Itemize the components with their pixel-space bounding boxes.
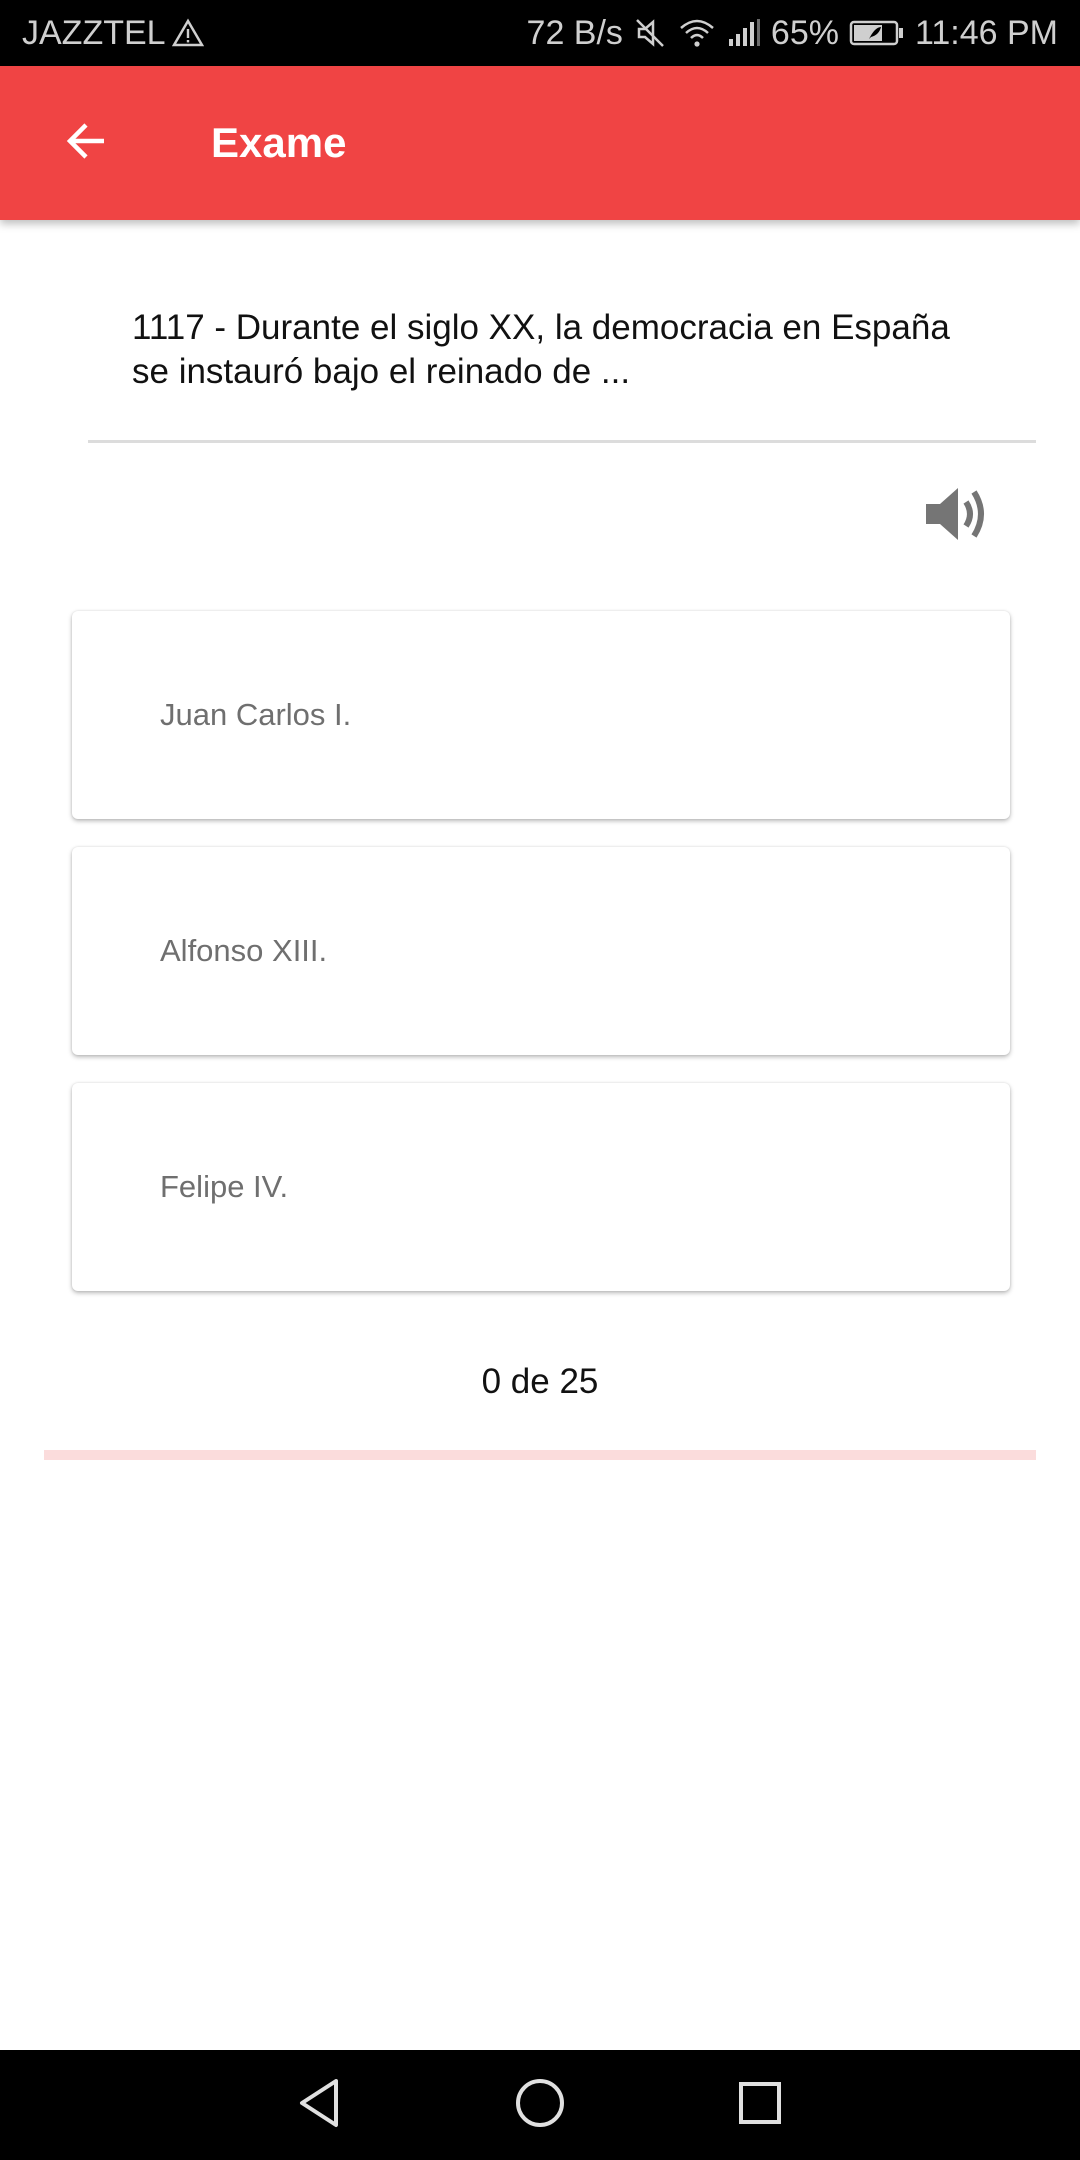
clock-label: 11:46 PM [914, 13, 1058, 52]
app-bar: Exame [0, 66, 1080, 220]
answer-option-3[interactable]: Felipe IV. [72, 1083, 1010, 1291]
status-bar: JAZZTEL 72 B/s 65% 11:46 PM [0, 0, 1080, 66]
answer-option-2[interactable]: Alfonso XIII. [72, 847, 1010, 1055]
arrow-left-icon [64, 121, 108, 166]
muted-icon [633, 16, 667, 50]
battery-percent-label: 65% [770, 13, 839, 52]
carrier-label: JAZZTEL [22, 13, 166, 52]
answer-option-1[interactable]: Juan Carlos I. [72, 611, 1010, 819]
net-speed-label: 72 B/s [526, 13, 623, 52]
answer-label: Juan Carlos I. [160, 697, 352, 732]
page-title: Exame [211, 119, 347, 166]
question-text: 1117 - Durante el siglo XX, la democraci… [132, 308, 950, 391]
recents-square-icon [736, 2079, 784, 2132]
nav-recents-button[interactable] [725, 2070, 795, 2140]
signal-icon [727, 18, 761, 48]
back-button[interactable] [58, 115, 114, 171]
speaker-icon [922, 488, 992, 550]
answer-label: Alfonso XIII. [160, 933, 328, 968]
progress-counter: 0 de 25 [481, 1362, 599, 1401]
question-divider [88, 440, 1036, 443]
system-nav-bar [0, 2050, 1080, 2160]
progress-bar [44, 1450, 1036, 1460]
battery-icon [849, 19, 905, 47]
play-audio-button[interactable] [922, 482, 992, 546]
answer-label: Felipe IV. [160, 1169, 289, 1204]
nav-back-button[interactable] [285, 2070, 355, 2140]
back-triangle-icon [296, 2077, 344, 2134]
warning-icon [171, 18, 204, 48]
wifi-icon [677, 16, 717, 50]
home-circle-icon [514, 2077, 566, 2134]
nav-home-button[interactable] [505, 2070, 575, 2140]
